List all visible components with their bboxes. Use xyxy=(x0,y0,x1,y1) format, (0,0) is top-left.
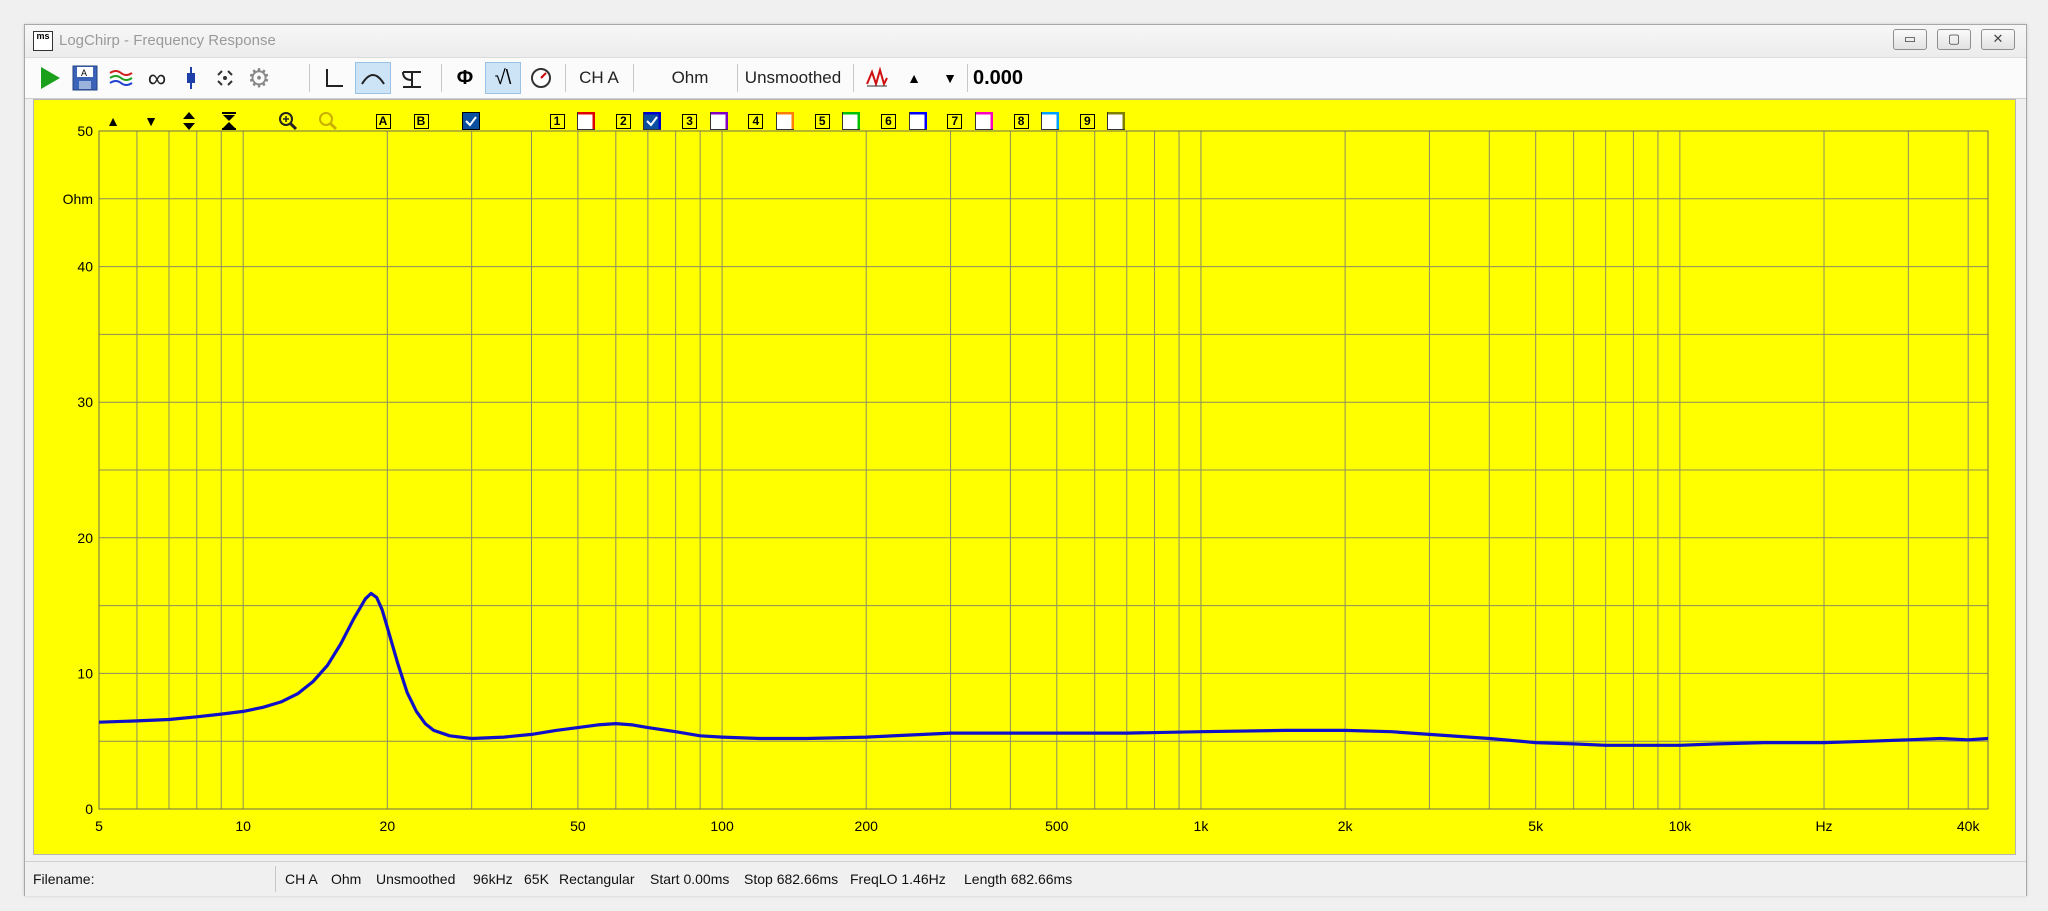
status-start: Start 0.00ms xyxy=(650,871,730,887)
x-tick-label: 100 xyxy=(710,818,734,834)
x-tick-label: Hz xyxy=(1815,818,1832,834)
close-icon: ✕ xyxy=(1992,31,2004,46)
save-button[interactable]: A xyxy=(69,62,101,94)
peak-icon xyxy=(866,66,888,88)
phi-button[interactable]: Φ xyxy=(449,62,481,94)
impedance-trace-line xyxy=(98,591,1989,747)
channel-button[interactable]: CH A xyxy=(573,62,625,94)
x-tick-label: 10k xyxy=(1669,818,1693,834)
app-icon: ms xyxy=(33,31,53,51)
y-tick-label: 0 xyxy=(85,801,93,817)
status-length-points: 65K xyxy=(524,871,549,887)
x-tick-label: 5 xyxy=(95,818,103,834)
toolbar-separator xyxy=(565,64,566,92)
maximize-button[interactable]: ▢ xyxy=(1937,29,1971,50)
y-tick-label: 40 xyxy=(77,259,93,275)
main-toolbar: A ∞ ⚙ Φ √\ CH A Ohm Unsmoothed ▲ ▼ 0.000 xyxy=(25,57,2026,99)
loop-button[interactable]: ∞ xyxy=(141,62,173,94)
settings-button[interactable]: ⚙ xyxy=(243,62,275,94)
y-tick-label: 10 xyxy=(77,665,93,681)
status-separator xyxy=(275,866,276,892)
curve-icon xyxy=(361,74,385,85)
meter-button[interactable] xyxy=(525,62,557,94)
sqrt-icon: √\ xyxy=(494,66,512,89)
title-bar: ms LogChirp - Frequency Response ▭ ▢ ✕ xyxy=(25,25,2026,57)
status-window: Rectangular xyxy=(559,871,635,887)
triangle-up-icon: ▲ xyxy=(907,70,921,86)
y-tick-label: Ohm xyxy=(63,191,93,207)
phase-view-button[interactable] xyxy=(395,62,429,94)
marker-icon xyxy=(187,67,195,89)
x-tick-label: 200 xyxy=(855,818,879,834)
main-window: ms LogChirp - Frequency Response ▭ ▢ ✕ A xyxy=(24,24,2027,896)
plot-area: ▲ ▼ A B 123456789 0 10 20 30 40 Ohm 50 5 10 20 50 1… xyxy=(33,99,2016,855)
unit-label: Ohm xyxy=(671,68,709,87)
unit-button[interactable]: Ohm xyxy=(647,62,733,94)
axis-icon xyxy=(326,69,343,87)
phase-icon xyxy=(402,71,421,88)
step-down-button[interactable]: ▼ xyxy=(935,62,965,94)
readout-value: 0.000 xyxy=(973,67,1024,89)
window-title: LogChirp - Frequency Response xyxy=(59,32,276,49)
y-tick-label: 20 xyxy=(77,530,93,546)
toolbar-separator xyxy=(633,64,634,92)
waves-icon xyxy=(109,70,133,86)
toolbar-separator xyxy=(853,64,854,92)
y-tick-label: 50 xyxy=(77,123,93,139)
response-view-button[interactable] xyxy=(355,62,391,94)
smoothing-button[interactable]: Unsmoothed xyxy=(741,62,845,94)
status-sample-rate: 96kHz xyxy=(473,871,513,887)
x-tick-label: 20 xyxy=(380,818,396,834)
marker-button[interactable] xyxy=(177,62,205,94)
fit-button[interactable] xyxy=(211,62,239,94)
filename-label: Filename: xyxy=(33,871,95,887)
status-bar: Filename: CH A Ohm Unsmoothed 96kHz 65K … xyxy=(25,861,2026,896)
y-tick-label: 30 xyxy=(77,394,93,410)
x-tick-label: 1k xyxy=(1194,818,1210,834)
minimize-button[interactable]: ▭ xyxy=(1893,29,1927,50)
peak-button[interactable] xyxy=(861,62,893,94)
channel-label: CH A xyxy=(579,68,619,87)
toolbar-separator xyxy=(737,64,738,92)
smoothing-label: Unsmoothed xyxy=(744,68,842,87)
toolbar-separator xyxy=(441,64,442,92)
maximize-icon: ▢ xyxy=(1947,31,1961,46)
x-tick-label: 10 xyxy=(235,818,251,834)
x-tick-label: 2k xyxy=(1338,818,1354,834)
fit-icon xyxy=(217,70,233,86)
status-unit: Ohm xyxy=(331,871,362,887)
overlay-button[interactable] xyxy=(105,62,137,94)
axis-button[interactable] xyxy=(317,62,351,94)
status-freq-lo: FreqLO 1.46Hz xyxy=(850,871,946,887)
status-stop: Stop 682.66ms xyxy=(744,871,839,887)
toolbar-separator xyxy=(309,64,310,92)
x-tick-label: 40k xyxy=(1957,818,1981,834)
status-length: Length 682.66ms xyxy=(964,871,1073,887)
play-icon xyxy=(41,67,60,89)
close-button[interactable]: ✕ xyxy=(1981,29,2015,50)
frequency-response-chart[interactable]: 0 10 20 30 40 Ohm 50 5 10 20 50 100 200 500 1k 2k 5k 10k H… xyxy=(34,100,2015,854)
svg-text:A: A xyxy=(81,68,87,78)
toolbar-separator xyxy=(967,64,968,92)
step-up-button[interactable]: ▲ xyxy=(899,62,929,94)
save-icon: A xyxy=(72,65,98,91)
gear-icon: ⚙ xyxy=(247,62,271,93)
x-tick-label: 50 xyxy=(570,818,586,834)
phi-icon: Φ xyxy=(456,66,474,89)
minimize-icon: ▭ xyxy=(1903,31,1917,46)
triangle-down-icon: ▼ xyxy=(943,70,957,86)
status-smoothing: Unsmoothed xyxy=(376,871,456,887)
x-tick-label: 5k xyxy=(1528,818,1544,834)
gauge-icon xyxy=(531,68,551,88)
sqrt-button[interactable]: √\ xyxy=(485,62,521,94)
run-button[interactable] xyxy=(33,62,65,94)
infinity-icon: ∞ xyxy=(147,62,167,93)
status-channel: CH A xyxy=(285,871,318,887)
x-tick-label: 500 xyxy=(1045,818,1069,834)
